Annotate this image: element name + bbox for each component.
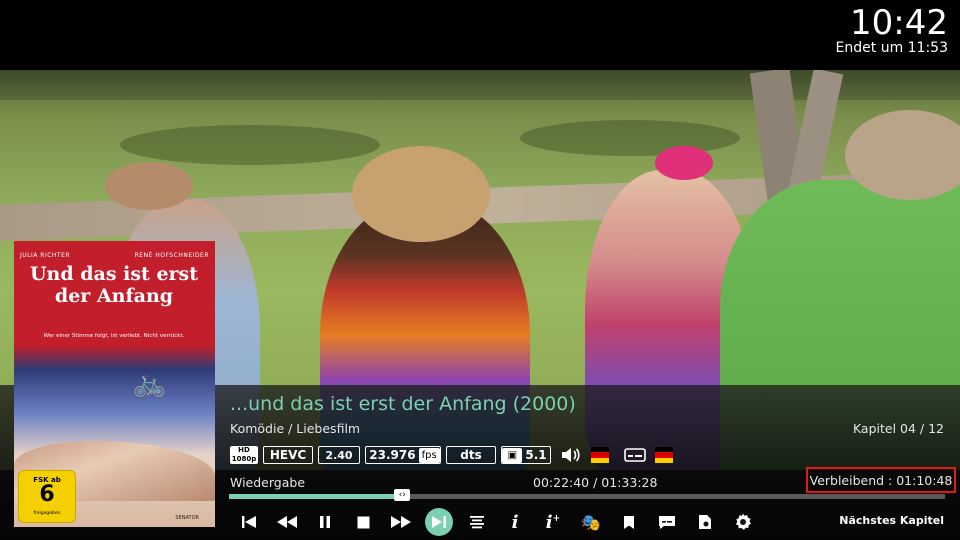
playback-time: 00:22:40 / 01:33:28 bbox=[533, 475, 658, 490]
next-chapter-button[interactable] bbox=[420, 508, 458, 536]
fsk-age: 6 bbox=[39, 482, 55, 507]
scene-shadow bbox=[520, 120, 740, 156]
stop-button[interactable] bbox=[344, 508, 382, 536]
theater-button[interactable]: 🎭 bbox=[572, 508, 610, 536]
top-bar: 10:42 Endet um 11:53 bbox=[0, 0, 960, 70]
speaker-icon bbox=[560, 446, 582, 464]
bicycle-icon: 🚲 bbox=[132, 366, 167, 399]
extended-info-icon: i+ bbox=[545, 511, 561, 533]
seek-bar[interactable]: ‹› bbox=[229, 489, 945, 501]
seek-bar-fill bbox=[229, 494, 403, 499]
speaker-layout-icon: ▣ bbox=[502, 447, 523, 463]
bookmark-icon bbox=[624, 515, 634, 529]
poster-title: Und das ist erst der Anfang bbox=[29, 263, 199, 307]
german-flag-icon bbox=[591, 447, 609, 463]
channels-flag: ▣ 5.1 bbox=[501, 446, 551, 464]
end-time: Endet um 11:53 bbox=[835, 40, 948, 56]
poster-cast-right: RENÉ HOFSCHNEIDER bbox=[134, 252, 209, 259]
video-settings-icon bbox=[699, 515, 711, 529]
aspect-flag: 2.40 bbox=[318, 446, 360, 464]
scene-hat bbox=[105, 162, 193, 210]
fsk-rating-badge: FSK ab 6 freigegeben bbox=[18, 470, 76, 523]
seek-handle[interactable]: ‹› bbox=[394, 489, 411, 501]
previous-button[interactable] bbox=[230, 508, 268, 536]
fps-flag: 23.976 fps bbox=[365, 446, 441, 464]
media-flags: HD 1080p HEVC 2.40 23.976 fps dts ▣ 5.1 bbox=[230, 444, 677, 466]
playback-controls: i i+ 🎭 bbox=[230, 508, 762, 536]
codec-flag: HEVC bbox=[263, 446, 313, 464]
rewind-icon bbox=[277, 516, 297, 528]
pause-button[interactable] bbox=[306, 508, 344, 536]
info-icon: i bbox=[511, 511, 519, 533]
settings-gear-icon bbox=[736, 513, 751, 530]
previous-icon bbox=[242, 516, 256, 528]
playback-status: Wiedergabe bbox=[230, 475, 306, 490]
subtitles-icon bbox=[659, 515, 675, 529]
channels-label: 5.1 bbox=[525, 448, 547, 462]
fsk-caption: freigegeben bbox=[33, 511, 61, 516]
video-settings-button[interactable] bbox=[686, 508, 724, 536]
stop-icon bbox=[357, 516, 369, 528]
audio-codec-flag: dts bbox=[446, 446, 496, 464]
bookmark-button[interactable] bbox=[610, 508, 648, 536]
rewind-button[interactable] bbox=[268, 508, 306, 536]
settings-button[interactable] bbox=[724, 508, 762, 536]
pause-icon bbox=[320, 516, 330, 528]
playlist-button[interactable] bbox=[458, 508, 496, 536]
subtitle-icon bbox=[624, 447, 646, 463]
resolution-flag: HD 1080p bbox=[230, 446, 258, 464]
extended-info-button[interactable]: i+ bbox=[534, 508, 572, 536]
media-genre: Komödie / Liebesfilm bbox=[230, 421, 361, 436]
fps-value: 23.976 bbox=[369, 448, 416, 462]
scene-shadow bbox=[120, 125, 380, 165]
resolution-label: HD 1080p bbox=[231, 446, 257, 463]
fps-unit: fps bbox=[418, 447, 440, 463]
next-chapter-highlight bbox=[425, 508, 453, 536]
poster-tagline: Wer einer Stimme folgt, ist verliebt. Ni… bbox=[43, 333, 185, 339]
media-title: ...und das ist erst der Anfang (2000) bbox=[230, 393, 576, 415]
next-chapter-icon bbox=[432, 516, 446, 528]
scene-hat bbox=[352, 146, 490, 242]
info-button[interactable]: i bbox=[496, 508, 534, 536]
german-flag-icon bbox=[655, 447, 673, 463]
playlist-icon bbox=[470, 516, 484, 529]
scene-visor bbox=[655, 146, 713, 180]
theater-masks-icon: 🎭 bbox=[581, 512, 601, 532]
next-chapter-label: Nächstes Kapitel bbox=[839, 514, 944, 527]
clock: 10:42 bbox=[850, 3, 948, 43]
chapter-indicator: Kapitel 04 / 12 bbox=[852, 421, 944, 436]
fast-forward-icon bbox=[391, 516, 411, 528]
remaining-time: Verbleibend : 01:10:48 bbox=[806, 467, 956, 493]
poster-studio: SENATOR bbox=[175, 515, 199, 521]
poster-cast-left: JULIA RICHTER bbox=[20, 252, 71, 259]
fast-forward-button[interactable] bbox=[382, 508, 420, 536]
subtitles-button[interactable] bbox=[648, 508, 686, 536]
